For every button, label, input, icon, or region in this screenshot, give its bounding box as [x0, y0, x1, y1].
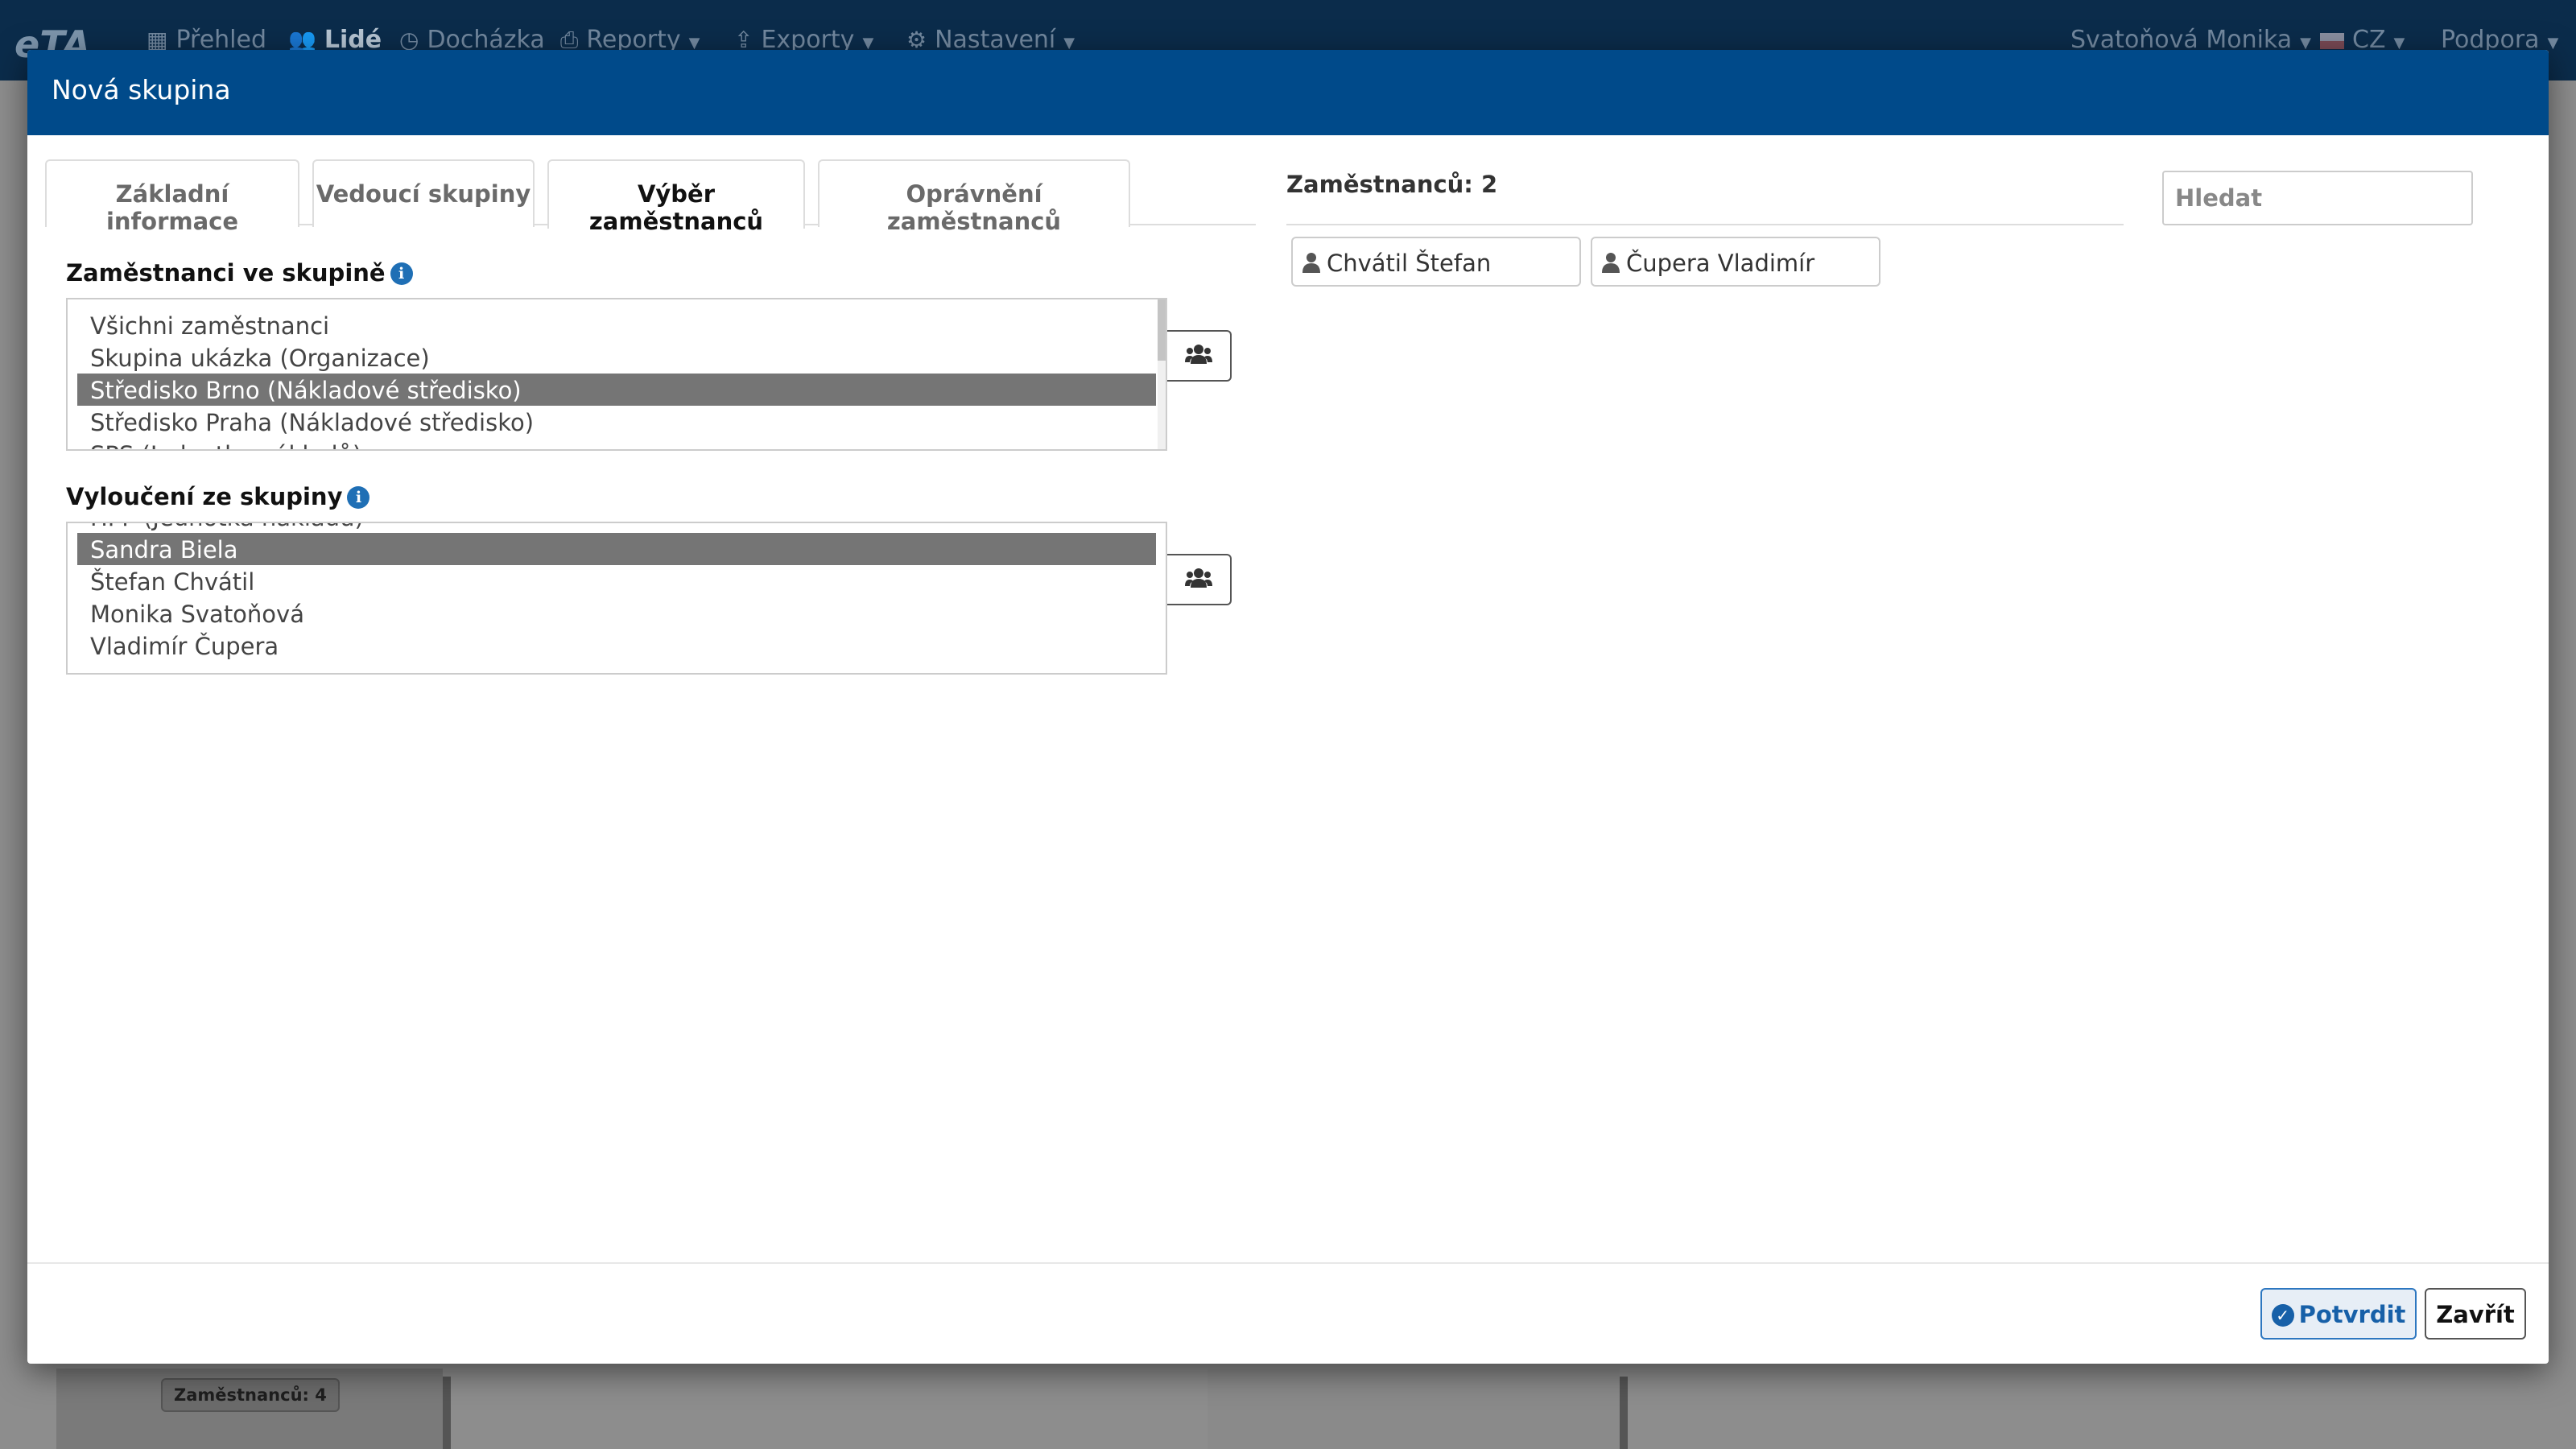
divider	[1286, 224, 2124, 225]
list-option[interactable]: Skupina ukázka (Organizace)	[77, 341, 1156, 374]
add-group-button[interactable]	[1167, 330, 1232, 382]
excluded-label-text: Vyloučení ze skupiny	[66, 483, 343, 510]
included-listbox[interactable]: Všichni zaměstnanci Skupina ukázka (Orga…	[66, 298, 1167, 451]
chevron-down-icon: ▼	[2393, 35, 2405, 52]
search-input[interactable]	[2162, 171, 2473, 225]
chevron-down-icon: ▼	[2547, 35, 2559, 52]
tab-basic-info[interactable]: Základní informace	[45, 159, 299, 235]
user-icon	[1602, 253, 1620, 273]
list-option[interactable]: SPS (Jednotka nákladů)	[77, 438, 1156, 449]
tab-group-leaders[interactable]: Vedoucí skupiny	[312, 159, 535, 227]
exclude-group-button[interactable]	[1167, 554, 1232, 605]
dialog-body: Základní informace Vedoucí skupiny Výběr…	[27, 135, 2549, 1278]
list-option[interactable]: Monika Svatoňová	[77, 597, 1156, 630]
list-option[interactable]: Středisko Praha (Nákladové středisko)	[77, 406, 1156, 438]
chevron-down-icon: ▼	[688, 35, 700, 52]
employee-chip[interactable]: Čupera Vladimír	[1591, 237, 1880, 287]
background-employee-count-badge: Zaměstnanců: 4	[161, 1378, 340, 1412]
list-option-selected[interactable]: Středisko Brno (Nákladové středisko)	[77, 374, 1156, 406]
employee-chip-label: Čupera Vladimír	[1626, 250, 1815, 277]
dialog-footer: ✓ Potvrdit Zavřít	[27, 1262, 2549, 1364]
tab-employee-selection[interactable]: Výběr zaměstnanců	[547, 159, 805, 235]
included-label: Zaměstnanci ve skupině i	[66, 259, 413, 287]
check-circle-icon: ✓	[2271, 1304, 2294, 1327]
list-option[interactable]: Všichni zaměstnanci	[77, 309, 1156, 341]
dialog-title: Nová skupina	[27, 50, 2549, 135]
user-icon	[1302, 253, 1320, 273]
included-label-text: Zaměstnanci ve skupině	[66, 259, 386, 287]
chevron-down-icon: ▼	[1063, 35, 1075, 52]
background-panel	[1208, 1368, 1620, 1449]
close-button[interactable]: Zavřít	[2425, 1288, 2526, 1340]
info-icon[interactable]: i	[347, 486, 370, 509]
users-icon	[1185, 568, 1212, 588]
confirm-button-label: Potvrdit	[2298, 1301, 2406, 1328]
excluded-label: Vyloučení ze skupiny i	[66, 483, 370, 510]
tab-bar: Základní informace Vedoucí skupiny Výběr…	[45, 159, 1256, 235]
list-option-selected[interactable]: Sandra Biela	[77, 533, 1156, 565]
czech-flag-icon	[2320, 33, 2344, 49]
employee-count: Zaměstnanců: 2	[1286, 171, 1498, 198]
users-icon	[1185, 345, 1212, 364]
confirm-button[interactable]: ✓ Potvrdit	[2260, 1288, 2417, 1340]
tab-employee-permissions[interactable]: Oprávnění zaměstnanců	[818, 159, 1130, 235]
list-option[interactable]: HPP (Jednotka nákladů)	[77, 523, 1156, 533]
excluded-listbox[interactable]: HPP (Jednotka nákladů) Sandra Biela Štef…	[66, 522, 1167, 675]
scrollbar-thumb[interactable]	[1158, 299, 1166, 361]
new-group-dialog: Nová skupina Základní informace Vedoucí …	[27, 50, 2549, 1364]
info-icon[interactable]: i	[390, 262, 413, 285]
employee-chip[interactable]: Chvátil Štefan	[1291, 237, 1581, 287]
chevron-down-icon: ▼	[862, 35, 874, 52]
chevron-down-icon: ▼	[2300, 35, 2311, 52]
list-option[interactable]: Štefan Chvátil	[77, 565, 1156, 597]
employee-chip-label: Chvátil Štefan	[1327, 250, 1492, 277]
list-option[interactable]: Vladimír Čupera	[77, 630, 1156, 662]
